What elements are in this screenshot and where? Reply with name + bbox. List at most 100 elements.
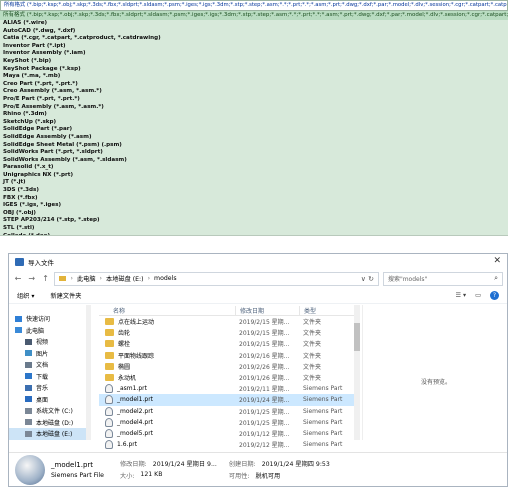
sidebar-item[interactable]: 桌面 (9, 394, 91, 406)
part-file-icon (105, 384, 113, 394)
file-row[interactable]: 椭圆 2019/2/26 星期... 文件夹 (99, 361, 354, 372)
new-folder-button[interactable]: 新建文件夹 (50, 291, 81, 300)
sidebar-item[interactable]: 本地磁盘 (E:) (9, 428, 91, 440)
column-date[interactable]: 修改日期 (235, 305, 299, 315)
sidebar-item[interactable]: 音乐 (9, 382, 91, 394)
file-name: _asm1.prt (117, 385, 147, 393)
format-option[interactable]: Pro/E Part (*.prt, *.prt.*) (3, 96, 505, 104)
format-option[interactable]: Catia (*.cgr, *.catpart, *.catproduct, *… (3, 35, 505, 43)
file-row[interactable]: _model2.prt 2019/1/25 星期... Siemens Part (99, 406, 354, 417)
modified-value: 2019/1/24 星期日 9... (152, 461, 217, 468)
format-option[interactable]: IGES (*.igs, *.iges) (3, 202, 505, 210)
sidebar-item-label: 本地磁盘 (D:) (36, 419, 74, 427)
sidebar-item[interactable]: 系统文件 (C:) (9, 405, 91, 417)
format-option[interactable]: Creo Assembly (*.asm, *.asm.*) (3, 88, 505, 96)
sidebar-item[interactable]: 下载 (9, 371, 91, 383)
close-button[interactable]: ✕ (493, 256, 501, 266)
format-option[interactable]: SolidEdge Assembly (*.asm) (3, 134, 505, 142)
sidebar-item[interactable]: 文档 (9, 359, 91, 371)
preview-pane-icon[interactable]: ▭ (475, 292, 481, 299)
format-option[interactable]: Inventor Part (*.ipt) (3, 43, 505, 51)
column-name[interactable]: 名称 (99, 306, 235, 315)
format-option[interactable]: SolidWorks Part (*.prt, *.sldprt) (3, 149, 505, 157)
breadcrumb-drive-e[interactable]: 本地磁盘 (E:) (106, 274, 144, 283)
format-option[interactable]: JT (*.jt) (3, 179, 505, 187)
format-options: ALIAS (*.wire) AutoCAD (*.dwg, *.dxf) Cati… (0, 20, 508, 235)
sidebar-item-label: 本地磁盘 (E:) (36, 431, 73, 439)
file-row[interactable]: 平面物线跟踪 2019/2/16 星期... 文件夹 (99, 350, 354, 361)
format-option[interactable]: Creo Part (*.prt, *.prt.*) (3, 81, 505, 89)
desktop-icon (25, 396, 32, 403)
breadcrumb-this-pc[interactable]: 此电脑 (77, 274, 96, 283)
format-option[interactable]: AutoCAD (*.dwg, *.dxf) (3, 28, 505, 36)
refresh-icon[interactable]: ∨ ↻ (361, 275, 374, 283)
view-options-icon[interactable]: ☰ ▾ (456, 292, 467, 299)
format-option[interactable]: Inventor Assembly (*.iam) (3, 50, 505, 58)
import-file-dialog: 导入文件 ✕ ← → ↑ › 此电脑 › 本地磁盘 (E:) › models … (8, 253, 508, 487)
search-input[interactable]: 搜索"models" ⌕ (382, 271, 503, 286)
format-option[interactable]: 3DS (*.3ds) (3, 187, 505, 195)
sidebar-item[interactable]: 图片 (9, 348, 91, 360)
format-select-field[interactable]: 所有格式 (*.bip;*.ksp;*.obj;*.skp;*.3ds;*.fb… (0, 0, 508, 11)
format-option[interactable]: STEP AP203/214 (*.stp, *.step) (3, 217, 505, 225)
file-list-scrollbar[interactable] (354, 305, 360, 440)
format-option[interactable]: Rhino (*.3dm) (3, 111, 505, 119)
sidebar-item[interactable]: 视频 (9, 336, 91, 348)
sidebar-item[interactable]: 快速访问 (9, 313, 91, 325)
sidebar-item-label: 下载 (36, 373, 49, 381)
file-row[interactable]: _model4.prt 2019/1/25 星期... Siemens Part (99, 417, 354, 428)
format-option[interactable]: SolidEdge Sheet Metal (*.psm) (.psm) (3, 142, 505, 150)
file-type: 文件夹 (303, 352, 322, 360)
organize-button[interactable]: 组织 ▾ (17, 291, 34, 300)
file-row[interactable]: _asm1.prt 2019/2/11 星期... Siemens Part (99, 383, 354, 394)
format-option[interactable]: OBJ (*.obj) (3, 210, 505, 218)
format-option[interactable]: SolidWorks Assembly (*.asm, *.sldasm) (3, 157, 505, 165)
file-name: _model2.prt (117, 407, 154, 415)
sidebar-item-label: 音乐 (36, 385, 49, 393)
format-option[interactable]: KeyShot Package (*.ksp) (3, 66, 505, 74)
back-icon[interactable]: ← (13, 274, 23, 283)
folder-icon (105, 351, 114, 359)
format-option[interactable]: ALIAS (*.wire) (3, 20, 505, 28)
format-option[interactable]: Unigraphics NX (*.prt) (3, 172, 505, 180)
nav-scrollbar[interactable] (86, 305, 91, 440)
file-type: 文件夹 (303, 330, 322, 338)
forward-icon[interactable]: → (27, 274, 37, 283)
file-row[interactable]: 齿轮 2019/2/15 星期... 文件夹 (99, 327, 354, 338)
size-value: 121 KB (140, 471, 163, 478)
help-icon[interactable]: ? (490, 291, 499, 300)
column-type[interactable]: 类型 (299, 305, 354, 315)
format-option[interactable]: SolidEdge Part (*.par) (3, 126, 505, 134)
search-icon[interactable]: ⌕ (494, 274, 498, 283)
format-option[interactable]: Collada (*.dae) (3, 233, 505, 235)
file-date: 2019/2/11 星期... (239, 386, 290, 394)
format-option[interactable]: Maya (*.ma, *.mb) (3, 73, 505, 81)
up-icon[interactable]: ↑ (41, 274, 51, 283)
file-row[interactable]: _model5.prt 2019/1/12 星期... Siemens Part (99, 428, 354, 439)
breadcrumb-models[interactable]: models (154, 275, 177, 282)
format-option[interactable]: STL (*.stl) (3, 225, 505, 233)
file-name: 平面物线跟踪 (118, 352, 155, 360)
sidebar-item[interactable]: 本地磁盘 (D:) (9, 417, 91, 429)
file-row[interactable]: 点在线上运动 2019/2/15 星期... 文件夹 (99, 316, 354, 327)
file-format-dropdown-list[interactable]: 所有格式 (*.bip;*.ksp;*.obj;*.skp;*.3ds;*.fb… (0, 0, 508, 236)
sidebar-item[interactable]: 此电脑 (9, 325, 91, 337)
format-option[interactable]: Pro/E Assembly (*.asm, *.asm.*) (3, 104, 505, 112)
file-type: Siemens Part (303, 396, 343, 404)
file-row[interactable]: 永动机 2019/1/26 星期... 文件夹 (99, 372, 354, 383)
format-option[interactable]: Parasolid (*.x_t) (3, 164, 505, 172)
file-row[interactable]: _model1.prt 2019/1/24 星期... Siemens Part (99, 394, 354, 406)
format-option[interactable]: KeyShot (*.bip) (3, 58, 505, 66)
navigation-pane: 快速访问 此电脑 视频 图片 文档下载音乐 桌面 系统文件 (C:) 本地磁盘 (D:) 本地磁… (9, 305, 91, 440)
file-name: _model4.prt (117, 418, 154, 426)
part-file-icon (105, 417, 113, 427)
scrollbar-thumb[interactable] (354, 323, 360, 351)
format-option[interactable]: SketchUp (*.skp) (3, 119, 505, 127)
format-option[interactable]: FBX (*.fbx) (3, 195, 505, 203)
file-type: 文件夹 (303, 375, 322, 383)
file-row[interactable]: 螺栓 2019/2/15 星期... 文件夹 (99, 338, 354, 349)
file-row[interactable]: 1.6.prt 2019/2/12 星期... Siemens Part (99, 439, 354, 450)
sidebar-item-label: 快速访问 (26, 316, 51, 324)
address-bar[interactable]: › 此电脑 › 本地磁盘 (E:) › models ∨ ↻ (54, 271, 379, 286)
format-option-all[interactable]: 所有格式 (*.bip;*.ksp;*.obj;*.skp;*.3ds;*.fb… (0, 11, 508, 20)
